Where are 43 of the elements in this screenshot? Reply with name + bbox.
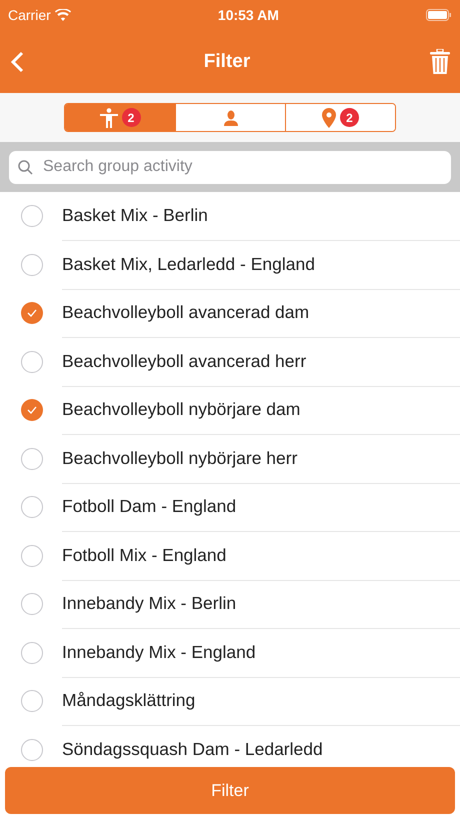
radio-button[interactable] <box>21 544 43 567</box>
count-badge: 2 <box>122 108 140 127</box>
radio-button[interactable] <box>21 496 43 518</box>
activity-label[interactable]: Innebandy Mix - England <box>62 642 256 663</box>
activity-label[interactable]: Fotboll Dam - England <box>62 496 236 518</box>
activity-label[interactable]: Fotboll Mix - England <box>62 544 226 566</box>
activity-label[interactable]: Basket Mix, Ledarledd - England <box>62 254 315 275</box>
search-field[interactable]: Search group activity <box>9 150 451 184</box>
radio-button[interactable] <box>21 302 43 324</box>
filter-tab[interactable]: 2 <box>65 104 175 131</box>
carrier-name: Carrier <box>8 7 51 23</box>
radio-button[interactable] <box>21 738 43 761</box>
activity-label[interactable]: Beachvolleyboll nybörjare herr <box>62 448 298 469</box>
filter-tab[interactable] <box>175 104 285 131</box>
status-time: 10:53 AM <box>218 7 279 23</box>
radio-button[interactable] <box>21 205 43 228</box>
trash-button[interactable] <box>430 48 450 74</box>
wifi-icon <box>54 9 71 21</box>
activity-label[interactable]: Söndagssquash Dam - Ledarledd <box>62 738 323 760</box>
checkmark-icon <box>27 406 37 414</box>
nav-title: Filter <box>204 50 250 72</box>
activity-label[interactable]: Beachvolleyboll nybörjare dam <box>62 399 300 420</box>
back-button[interactable] <box>10 50 24 72</box>
battery-icon <box>426 9 452 21</box>
radio-button[interactable] <box>21 254 43 276</box>
activity-label[interactable]: Basket Mix - Berlin <box>62 205 208 226</box>
location-pin-icon <box>322 108 336 128</box>
radio-button[interactable] <box>21 690 43 712</box>
radio-button[interactable] <box>21 642 43 664</box>
filter-tab[interactable]: 2 <box>285 104 395 131</box>
search-icon <box>18 160 33 174</box>
activity-label[interactable]: Måndagsklättring <box>62 690 196 712</box>
count-badge: 2 <box>340 108 359 127</box>
activity-label[interactable]: Beachvolleyboll avancerad dam <box>62 302 310 324</box>
checkmark-icon <box>27 309 37 318</box>
radio-button[interactable] <box>21 350 43 373</box>
radio-button[interactable] <box>21 448 43 470</box>
radio-button[interactable] <box>21 593 43 616</box>
activity-label[interactable]: Innebandy Mix - Berlin <box>62 593 236 614</box>
activity-label[interactable]: Beachvolleyboll avancerad herr <box>62 350 306 372</box>
person-arms-out-icon <box>100 108 118 128</box>
person-icon <box>222 110 238 126</box>
radio-button[interactable] <box>21 399 43 422</box>
